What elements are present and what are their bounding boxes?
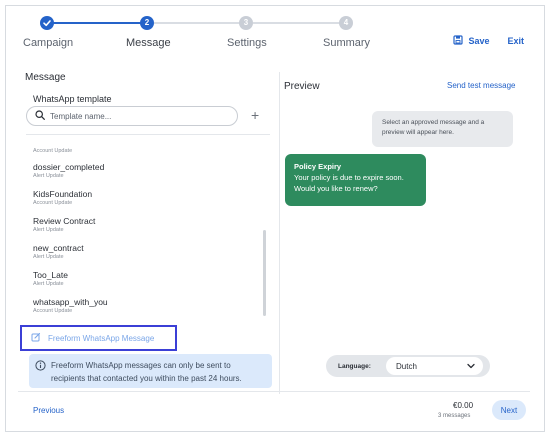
template-name: Review Contract <box>33 216 96 226</box>
step-label-message[interactable]: Message <box>126 37 171 49</box>
language-dropdown[interactable]: Dutch <box>386 357 483 375</box>
template-list-scrollbar[interactable] <box>263 230 266 316</box>
template-category: Account Update <box>33 200 73 206</box>
template-search-box[interactable] <box>26 106 238 126</box>
footer-divider <box>18 391 530 392</box>
language-label: Language: <box>338 362 371 370</box>
template-category: Alert Update <box>33 281 64 287</box>
freeform-whatsapp-message-option[interactable]: Freeform WhatsApp Message <box>20 325 177 351</box>
info-icon <box>35 360 46 375</box>
campaign-wizard: 2 3 4 Campaign Message Settings Summary … <box>5 5 545 432</box>
total-price: €0.00 <box>453 401 474 410</box>
preview-placeholder-bubble: Select an approved message and a preview… <box>372 111 513 147</box>
step-3-indicator[interactable]: 3 <box>239 16 253 30</box>
step-connector-3 <box>253 22 345 24</box>
message-panel: Message WhatsApp template + Account Upda… <box>20 72 277 394</box>
template-list: Account Update dossier_completed Alert U… <box>23 136 263 320</box>
template-name: new_contract <box>33 243 84 253</box>
template-category: Account Update <box>33 308 73 314</box>
previous-button[interactable]: Previous <box>33 406 64 415</box>
preview-title: Preview <box>284 81 320 92</box>
save-label: Save <box>468 36 490 46</box>
whatsapp-template-label: WhatsApp template <box>33 94 112 104</box>
exit-label: Exit <box>507 36 524 46</box>
step-connector-1 <box>47 22 147 24</box>
template-name: whatsapp_with_you <box>33 297 108 307</box>
list-item[interactable]: Account Update <box>33 147 72 154</box>
language-selector: Language: Dutch <box>326 355 490 377</box>
save-icon <box>453 35 464 47</box>
template-name: Too_Late <box>33 270 68 280</box>
next-button[interactable]: Next <box>492 400 526 420</box>
step-1-checkmark-icon[interactable] <box>40 16 54 30</box>
placeholder-text: Select an approved message and a preview… <box>382 119 485 136</box>
add-template-plus-icon[interactable]: + <box>251 107 259 123</box>
step-2-indicator[interactable]: 2 <box>140 16 154 30</box>
edit-icon <box>31 329 41 347</box>
info-text: Freeform WhatsApp messages can only be s… <box>51 361 242 383</box>
template-category: Alert Update <box>33 254 64 260</box>
divider <box>26 134 270 135</box>
template-category: Alert Update <box>33 227 64 233</box>
list-item[interactable]: Review Contract Alert Update <box>33 216 95 233</box>
top-actions: Save Exit <box>453 35 524 47</box>
stepper: 2 3 4 Campaign Message Settings Summary … <box>6 6 546 64</box>
save-button[interactable]: Save <box>453 35 489 47</box>
list-item[interactable]: KidsFoundation Account Update <box>33 189 92 206</box>
template-name: KidsFoundation <box>33 189 93 199</box>
step-connector-2 <box>154 22 246 24</box>
message-count: 3 messages <box>438 413 471 419</box>
language-value: Dutch <box>396 361 417 371</box>
message-preview-bubble: Policy Expiry Your policy is due to expi… <box>285 154 426 206</box>
step-label-summary[interactable]: Summary <box>323 37 370 49</box>
template-category: Alert Update <box>33 173 64 179</box>
message-title: Policy Expiry <box>294 162 342 171</box>
freeform-label: Freeform WhatsApp Message <box>48 333 155 343</box>
list-item[interactable]: dossier_completed Alert Update <box>33 162 104 179</box>
step-label-settings[interactable]: Settings <box>227 37 267 49</box>
exit-button[interactable]: Exit <box>507 36 524 46</box>
panel-divider <box>279 72 280 394</box>
template-search-input[interactable] <box>50 111 220 121</box>
step-4-indicator[interactable]: 4 <box>339 16 353 30</box>
chevron-down-icon <box>467 362 475 371</box>
freeform-info-banner: Freeform WhatsApp messages can only be s… <box>29 354 272 388</box>
message-section-title: Message <box>25 72 66 83</box>
list-item[interactable]: new_contract Alert Update <box>33 243 84 260</box>
step-label-campaign[interactable]: Campaign <box>23 37 73 49</box>
template-category: Account Update <box>33 148 73 154</box>
list-item[interactable]: whatsapp_with_you Account Update <box>33 297 108 314</box>
send-test-message-link[interactable]: Send test message <box>447 81 515 90</box>
search-icon <box>35 107 45 125</box>
list-item[interactable]: Too_Late Alert Update <box>33 270 68 287</box>
message-body: Your policy is due to expire soon. Would… <box>294 173 404 193</box>
next-label: Next <box>500 405 518 415</box>
template-name: dossier_completed <box>33 162 105 172</box>
